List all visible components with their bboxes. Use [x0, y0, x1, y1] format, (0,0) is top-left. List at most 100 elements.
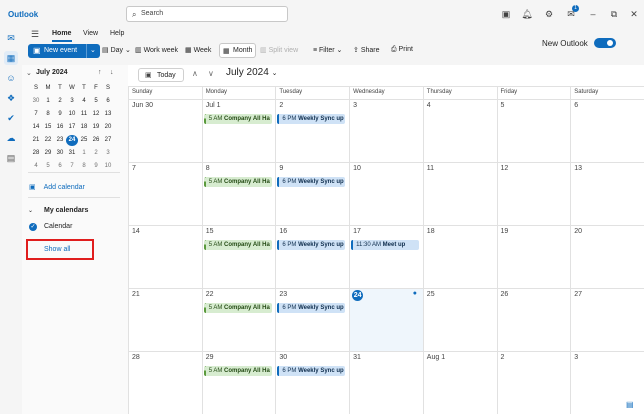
mini-day[interactable]: 25 — [78, 135, 90, 146]
mini-day[interactable]: 20 — [102, 122, 114, 133]
mini-prev-arrow-icon[interactable]: ↑ — [98, 69, 102, 76]
mini-day[interactable]: 10 — [66, 109, 78, 120]
share-button[interactable]: ⇪ Share — [353, 46, 380, 54]
event-company-all-hands[interactable]: 5 AM Company All Ha ↻ — [203, 114, 272, 124]
mini-day[interactable]: 1 — [42, 96, 54, 107]
mini-day[interactable]: 8 — [42, 109, 54, 120]
today-button[interactable]: ▣ Today — [138, 68, 184, 82]
day-cell[interactable]: Jul 1 — [206, 102, 221, 109]
mini-day[interactable]: 9 — [90, 161, 102, 172]
day-cell[interactable]: 3 — [353, 102, 357, 109]
day-cell[interactable]: 10 — [353, 165, 361, 172]
day-cell[interactable]: 19 — [501, 228, 509, 235]
day-cell[interactable]: 4 — [427, 102, 431, 109]
add-calendar-link[interactable]: ▣ Add calendar — [29, 183, 85, 191]
mini-day[interactable]: 3 — [66, 96, 78, 107]
day-cell[interactable]: 14 — [132, 228, 140, 235]
day-cell[interactable]: 26 — [501, 291, 509, 298]
mini-day[interactable]: 18 — [78, 122, 90, 133]
day-cell[interactable]: 18 — [427, 228, 435, 235]
day-cell[interactable]: 21 — [132, 291, 140, 298]
month-title[interactable]: July 2024 ⌄ — [226, 67, 277, 78]
search-input[interactable]: ⌕ Search — [126, 6, 288, 22]
mini-day[interactable]: 24 — [66, 135, 78, 146]
day-cell[interactable]: 16 — [279, 228, 287, 235]
collapse-chevron-icon[interactable]: ⌄ — [26, 69, 32, 77]
day-cell[interactable]: 29 — [206, 354, 214, 361]
groups-icon[interactable]: ❖ — [4, 91, 18, 105]
close-icon[interactable]: ✕ — [628, 9, 640, 20]
mini-day[interactable]: 28 — [30, 148, 42, 159]
prev-month-arrow-icon[interactable]: ∧ — [192, 69, 198, 78]
day-cell[interactable]: 15 — [206, 228, 214, 235]
new-outlook-toggle[interactable] — [594, 38, 616, 48]
mini-day[interactable]: 30 — [54, 148, 66, 159]
event-weekly-sync[interactable]: 6 PM Weekly Sync up ↻ — [277, 177, 346, 187]
mini-next-arrow-icon[interactable]: ↓ — [110, 69, 114, 76]
event-weekly-sync[interactable]: 6 PM Weekly Sync up ↻ — [277, 114, 346, 124]
day-cell[interactable]: 22 — [206, 291, 214, 298]
tab-help[interactable]: Help — [110, 30, 124, 37]
week-view-button[interactable]: ▦ Week — [185, 46, 211, 54]
mini-day[interactable]: 11 — [78, 109, 90, 120]
day-cell[interactable]: 23 — [279, 291, 287, 298]
filter-button[interactable]: ≡ Filter ⌄ — [313, 46, 342, 54]
hamburger-menu-icon[interactable]: ☰ — [31, 29, 39, 40]
day-cell[interactable]: Jun 30 — [132, 102, 153, 109]
day-cell[interactable]: 20 — [574, 228, 582, 235]
mini-day[interactable]: 14 — [30, 122, 42, 133]
bell-icon[interactable]: 🔔︎ — [521, 9, 533, 20]
mini-day[interactable]: 27 — [102, 135, 114, 146]
tab-home[interactable]: Home — [52, 30, 71, 37]
event-weekly-sync[interactable]: 6 PM Weekly Sync up ↻ — [277, 303, 346, 313]
tab-view[interactable]: View — [83, 30, 98, 37]
mini-day[interactable]: 9 — [54, 109, 66, 120]
day-cell[interactable]: 27 — [574, 291, 582, 298]
mini-day[interactable]: 7 — [66, 161, 78, 172]
mini-day[interactable]: 3 — [102, 148, 114, 159]
mini-day[interactable]: 29 — [42, 148, 54, 159]
restore-icon[interactable]: ⧉ — [608, 9, 620, 20]
mini-day[interactable]: 16 — [54, 122, 66, 133]
minimize-icon[interactable]: – — [587, 9, 599, 19]
event-company-all-hands[interactable]: 5 AM Company All Ha ↻ — [203, 366, 272, 376]
event-company-all-hands[interactable]: 5 AM Company All Ha ↻ — [203, 177, 272, 187]
mini-day[interactable]: 6 — [102, 96, 114, 107]
mini-day[interactable]: 17 — [66, 122, 78, 133]
chevron-down-icon[interactable]: ⌄ — [90, 46, 96, 54]
onedrive-icon[interactable]: ☁ — [4, 131, 18, 145]
mini-day[interactable]: 6 — [54, 161, 66, 172]
day-cell[interactable]: 11 — [427, 165, 434, 172]
day-cell[interactable]: 2 — [501, 354, 505, 361]
day-cell[interactable]: 12 — [501, 165, 509, 172]
day-cell[interactable]: 5 — [501, 102, 505, 109]
show-all-button[interactable]: Show all — [26, 239, 94, 260]
day-view-button[interactable]: ▤ Day ⌄ — [102, 46, 131, 54]
apps-icon[interactable]: ▤ — [4, 151, 18, 165]
month-view-button[interactable]: ▦ Month — [219, 43, 256, 58]
mini-day[interactable]: 21 — [30, 135, 42, 146]
day-cell[interactable]: 30 — [279, 354, 287, 361]
new-event-button[interactable]: ▣ New event ⌄ — [28, 44, 100, 58]
day-cell[interactable]: 31 — [353, 354, 361, 361]
collapse-chevron-icon[interactable]: ⌄ — [28, 207, 33, 214]
mini-day[interactable]: 4 — [30, 161, 42, 172]
mini-day[interactable]: 13 — [102, 109, 114, 120]
mini-day[interactable]: 1 — [78, 148, 90, 159]
day-cell[interactable]: 8 — [206, 165, 210, 172]
day-cell[interactable]: 9 — [279, 165, 283, 172]
calendar-icon[interactable]: ▦ — [4, 51, 18, 65]
event-company-all-hands[interactable]: 5 AM Company All Ha ↻ — [203, 303, 272, 313]
day-cell[interactable]: 13 — [574, 165, 582, 172]
mini-day[interactable]: 23 — [54, 135, 66, 146]
event-weekly-sync[interactable]: 6 PM Weekly Sync up ↻ — [277, 240, 346, 250]
day-cell[interactable]: 7 — [132, 165, 136, 172]
calendar-item-label[interactable]: Calendar — [44, 223, 72, 230]
mini-day[interactable]: 8 — [78, 161, 90, 172]
mini-day[interactable]: 30 — [30, 96, 42, 107]
mini-day[interactable]: 10 — [102, 161, 114, 172]
mini-day[interactable]: 5 — [90, 96, 102, 107]
todo-icon[interactable]: ✔ — [4, 111, 18, 125]
mini-day[interactable]: 5 — [42, 161, 54, 172]
day-cell[interactable]: 2 — [279, 102, 283, 109]
